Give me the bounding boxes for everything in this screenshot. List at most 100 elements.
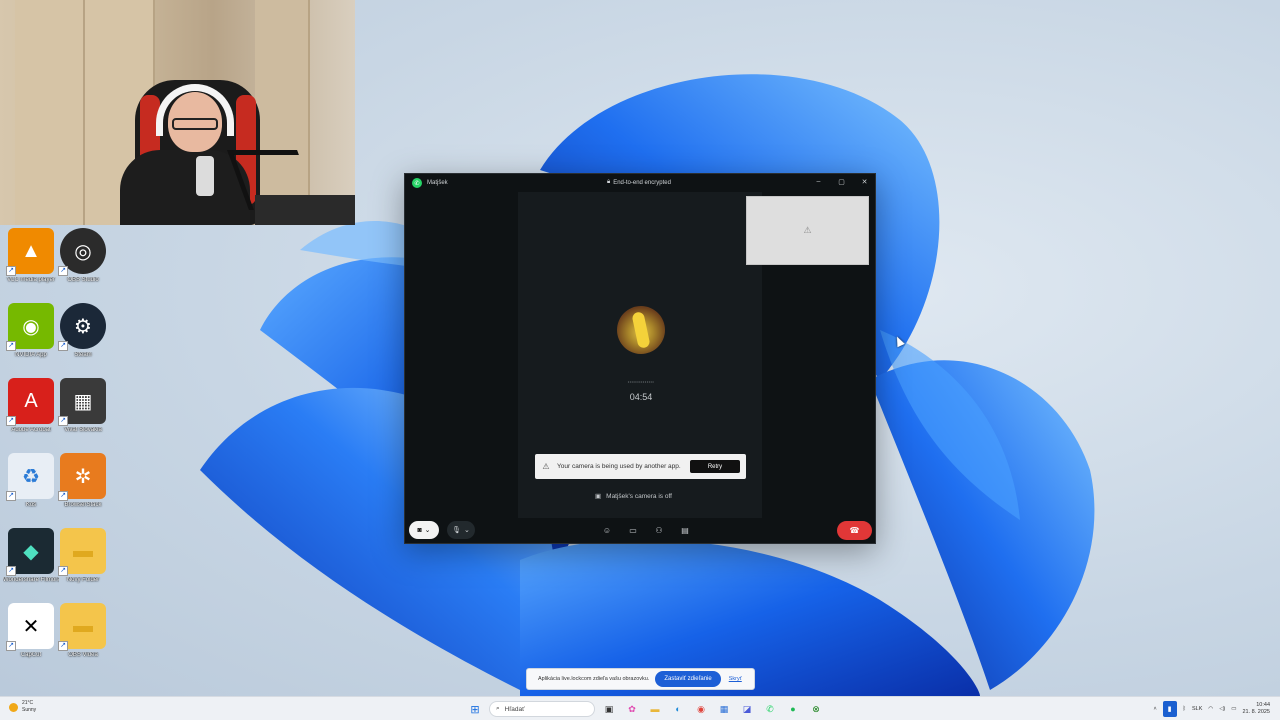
camera-off-icon: ▣ [595, 493, 602, 500]
desktop-shortcut-label: Kôš [25, 502, 37, 508]
desktop-shortcut[interactable]: ✲ ↗ BrowserStack [55, 453, 111, 509]
desktop-shortcut-label: Wondershare Filmora 14 [3, 577, 59, 583]
acrobat-icon: A ↗ [6, 378, 54, 426]
clock-time: 10:44 [1256, 702, 1270, 708]
wifi-icon[interactable]: ◠ [1208, 706, 1213, 712]
taskbar-search[interactable]: ⌕ Hľadať [489, 701, 595, 717]
clock-date: 21. 8. 2025 [1242, 709, 1270, 715]
desktop-shortcut[interactable]: ♻ ↗ Kôš [3, 453, 59, 509]
more-options-icon[interactable]: ▤ [678, 523, 692, 537]
whatsapp-call-window[interactable]: ✆ Matjšek 🔒︎ End-to-end encrypted – ▢ ✕ … [404, 173, 876, 544]
system-tray: ˄ ▮ ᛒ SLK ◠ ◁) ▭ 10:44 21. 8. 2025 [1153, 699, 1270, 719]
camera-toggle-button[interactable]: ◙ ⌄ [409, 521, 439, 539]
chrome-icon[interactable]: ◉ [692, 700, 710, 718]
desktop-shortcut[interactable]: ◉ ↗ NVIDIA App [3, 303, 59, 359]
store-icon[interactable]: ▦ [715, 700, 733, 718]
microphone-toggle-button[interactable]: 🎙︎ ⌄ [447, 521, 475, 539]
desktop-shortcut-label: Nový Folder [66, 577, 100, 583]
call-status-dots: •••••••••••••• [627, 379, 655, 384]
filmora-icon: ◆ ↗ [6, 528, 54, 576]
taskbar: 21°C Sunny ⊞ ⌕ Hľadať ▣ ✿ ▬ ◐ ◉ ▦ ◪ ✆ ● … [0, 696, 1280, 720]
battery-icon[interactable]: ▭ [1231, 706, 1236, 712]
xbox-icon[interactable]: ⊗ [807, 700, 825, 718]
desktop-shortcut-label: Steam [74, 352, 92, 358]
emoji-reaction-icon[interactable]: ☺ [600, 523, 614, 537]
self-video-preview[interactable]: ⚠ [746, 196, 869, 265]
clock[interactable]: 10:44 21. 8. 2025 [1242, 702, 1270, 716]
shortcut-arrow-icon: ↗ [58, 566, 68, 576]
shortcut-arrow-icon: ↗ [6, 566, 16, 576]
share-message: Aplikácia live.lockcom zdieľa vašu obraz… [538, 676, 650, 682]
window-titlebar[interactable]: ✆ Matjšek 🔒︎ End-to-end encrypted – ▢ ✕ [405, 174, 875, 192]
wardrobe-door [15, 0, 85, 225]
shortcut-arrow-icon: ↗ [6, 416, 16, 426]
shortcut-arrow-icon: ↗ [58, 641, 68, 651]
weather-condition: Sunny [22, 707, 37, 713]
weather-text: 21°C Sunny [22, 700, 36, 714]
taskbar-center: ⊞ ⌕ Hľadať ▣ ✿ ▬ ◐ ◉ ▦ ◪ ✆ ● ⊗ [466, 699, 825, 719]
shortcut-arrow-icon: ↗ [6, 641, 16, 651]
recycle-bin-icon: ♻ ↗ [6, 453, 54, 501]
start-button[interactable]: ⊞ [466, 700, 484, 718]
search-icon: ⌕ [496, 705, 500, 712]
weather-temp: 21°C [22, 700, 34, 706]
hide-link[interactable]: Skryť [729, 676, 742, 682]
capcut-icon: ✕ ↗ [6, 603, 54, 651]
volume-icon[interactable]: ◁) [1219, 706, 1225, 712]
bluetooth-icon[interactable]: ᛒ [1183, 706, 1186, 712]
language-indicator[interactable]: SLK [1192, 706, 1202, 712]
desktop-shortcut-label: BrowserStack [64, 502, 102, 508]
window-title: Matjšek [427, 180, 448, 186]
stop-sharing-button[interactable]: Zastaviť zdieľanie [655, 671, 721, 687]
screen-share-icon[interactable]: ▭ [626, 523, 640, 537]
webcam-overlay [0, 0, 355, 225]
shortcut-arrow-icon: ↗ [6, 491, 16, 501]
desktop-shortcut[interactable]: ▬ ↗ Nový Folder [55, 528, 111, 584]
shortcut-arrow-icon: ↗ [58, 491, 68, 501]
encryption-label: 🔒︎ End-to-end encrypted [607, 179, 671, 186]
nvidia-icon: ◉ ↗ [6, 303, 54, 351]
maximize-button[interactable]: ▢ [837, 177, 846, 186]
desktop-shortcut-label: OBS Studio [67, 277, 99, 283]
folder-icon: ▬ ↗ [58, 528, 106, 576]
desktop-shortcut[interactable]: ◆↗Wondershare Filmora 14 [3, 528, 59, 584]
warning-icon: ⚠ [803, 225, 812, 235]
retry-button[interactable]: Retry [690, 460, 740, 473]
search-placeholder: Hľadať [504, 705, 525, 713]
end-call-button[interactable]: ☎ [837, 521, 872, 540]
sun-icon [9, 702, 18, 712]
desktop-shortcut[interactable]: ◎ ↗ OBS Studio [55, 228, 111, 284]
desktop-shortcut[interactable]: ▦ ↗ Vivat Slovakia [55, 378, 111, 434]
whatsapp-icon: ✆ [412, 178, 422, 188]
app-icon[interactable]: ◪ [738, 700, 756, 718]
add-participant-icon[interactable]: ⚇ [652, 523, 666, 537]
chevron-up-icon[interactable]: ˄ [1153, 706, 1156, 712]
desktop-shortcut[interactable]: A ↗ Adobe Acrobat [3, 378, 59, 434]
file-explorer-icon[interactable]: ▬ [646, 700, 664, 718]
desktop-shortcut[interactable]: ⚙ ↗ Steam [55, 303, 111, 359]
call-timer: 04:54 [629, 392, 653, 402]
spotify-icon[interactable]: ● [784, 700, 802, 718]
whatsapp-icon[interactable]: ✆ [761, 700, 779, 718]
desktop-shortcut[interactable]: ✕ ↗ CapCut [3, 603, 59, 659]
steam-icon: ⚙ ↗ [58, 303, 106, 351]
chevron-down-icon: ⌄ [464, 527, 470, 534]
camera-off-note: ▣ Matjšek's camera is off [595, 492, 672, 501]
weather-widget[interactable]: 21°C Sunny [9, 700, 36, 714]
call-controls: ◙ ⌄ 🎙︎ ⌄ ☺ ▭ ⚇ ▤ ☎ [405, 518, 875, 544]
copilot-icon[interactable]: ✿ [623, 700, 641, 718]
desktop-shortcut[interactable]: ▬ ↗ OBS Videá [55, 603, 111, 659]
desk [255, 195, 355, 225]
desktop-shortcut[interactable]: ▲ ↗ VLC media player [3, 228, 59, 284]
shortcut-arrow-icon: ↗ [58, 416, 68, 426]
hang-up-icon: ☎ [849, 526, 860, 535]
close-button[interactable]: ✕ [860, 177, 869, 186]
edge-icon[interactable]: ◐ [669, 700, 687, 718]
shortcut-arrow-icon: ↗ [6, 341, 16, 351]
tray-app-icon[interactable]: ▮ [1162, 701, 1177, 717]
task-view-icon[interactable]: ▣ [600, 700, 618, 718]
vivat-icon: ▦ ↗ [58, 378, 106, 426]
camera-off-text: Matjšek's camera is off [606, 492, 672, 500]
camera-off-icon: ◙ [417, 526, 422, 534]
minimize-button[interactable]: – [814, 177, 823, 186]
